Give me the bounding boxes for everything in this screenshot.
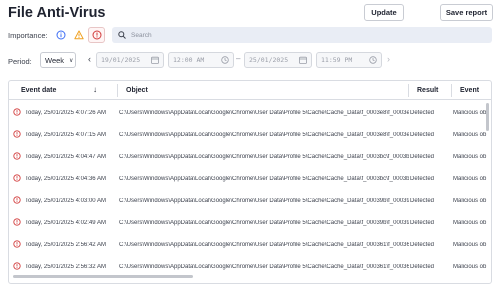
table-row[interactable]: Today, 25/01/2025 4:04:47 AM C:\Users\Win… [9,146,491,168]
column-header-event[interactable]: Event [460,87,479,94]
search-input[interactable] [131,31,471,39]
table-row[interactable]: Today, 25/01/2025 4:07:15 AM C:\Users\Win… [9,124,491,146]
search-box[interactable] [112,27,492,43]
importance-critical-filter[interactable] [88,27,105,43]
sort-arrow-down-icon[interactable]: ↓ [93,85,97,94]
cell-result: Detected [410,242,435,248]
start-date-field[interactable]: 19/01/2025 [96,52,164,68]
cell-object: C:\Users\Windows\AppData\Local\Google\Ch… [119,242,409,248]
next-period-button[interactable]: › [387,54,390,64]
importance-label: Importance: [8,31,48,40]
cell-object: C:\Users\Windows\AppData\Local\Google\Ch… [119,132,409,138]
column-header-object[interactable]: Object [126,87,148,94]
importance-warning-filter[interactable] [70,27,87,43]
calendar-icon [151,56,159,64]
period-label: Period: [8,57,32,66]
info-icon [56,30,65,40]
cell-result: Detected [410,220,435,226]
table-row[interactable]: Today, 25/01/2025 4:02:49 AM C:\Users\Win… [9,212,491,234]
table-row[interactable]: Today, 25/01/2025 4:07:26 AM C:\Users\Win… [9,102,491,124]
update-button[interactable]: Update [364,4,404,21]
cell-result: Detected [410,176,435,182]
cell-event-date: Today, 25/01/2025 4:07:26 AM [25,110,106,116]
cell-result: Detected [410,110,435,116]
events-table: Event date ↓ Object Result Event Today, … [8,80,492,284]
previous-period-button[interactable]: ‹ [88,54,91,64]
column-header-result[interactable]: Result [417,87,438,94]
cell-event: Malicious ob [453,264,487,270]
warning-icon [73,30,84,40]
importance-info-filter[interactable] [52,27,69,43]
cell-object: C:\Users\Windows\AppData\Local\Google\Ch… [119,176,409,182]
save-report-button[interactable]: Save report [440,4,493,21]
table-row[interactable]: Today, 25/01/2025 4:03:00 AM C:\Users\Win… [9,190,491,212]
critical-icon [13,152,21,162]
cell-event: Malicious ob [453,132,487,138]
critical-icon [13,108,21,118]
cell-event-date: Today, 25/01/2025 4:03:00 AM [25,198,106,204]
end-time-field[interactable]: 11:59 PM [316,52,382,68]
critical-icon [13,130,21,140]
table-row[interactable]: Today, 25/01/2025 4:04:36 AM C:\Users\Win… [9,168,491,190]
calendar-icon [299,56,307,64]
cell-object: C:\Users\Windows\AppData\Local\Google\Ch… [119,198,409,204]
clock-icon [369,56,377,64]
horizontal-scrollbar[interactable] [13,275,193,278]
critical-icon [13,218,21,228]
column-header-event-date[interactable]: Event date [21,87,56,94]
end-time-value: 11:59 PM [321,56,353,64]
end-date-field[interactable]: 25/01/2025 [244,52,312,68]
cell-object: C:\Users\Windows\AppData\Local\Google\Ch… [119,220,409,226]
cell-object: C:\Users\Windows\AppData\Local\Google\Ch… [119,154,409,160]
cell-object: C:\Users\Windows\AppData\Local\Google\Ch… [119,264,409,270]
critical-icon [13,196,21,206]
cell-result: Detected [410,264,435,270]
cell-event-date: Today, 25/01/2025 4:04:36 AM [25,176,106,182]
clock-icon [221,56,229,64]
critical-icon [13,174,21,184]
period-value: Week [45,55,65,65]
search-icon [118,31,126,39]
chevron-down-icon: ∨ [69,57,74,64]
page-title: File Anti-Virus [8,5,106,21]
end-date-value: 25/01/2025 [249,56,289,64]
column-divider[interactable] [117,84,118,97]
critical-icon [13,240,21,250]
start-date-value: 19/01/2025 [101,56,141,64]
cell-event: Malicious ob [453,242,487,248]
critical-icon [92,30,101,40]
start-time-field[interactable]: 12:00 AM [168,52,234,68]
table-row[interactable]: Today, 25/01/2025 2:56:42 AM C:\Users\Win… [9,234,491,256]
cell-event: Malicious ob [453,176,487,182]
cell-event: Malicious ob [453,198,487,204]
vertical-scrollbar[interactable] [486,103,489,131]
cell-result: Detected [410,198,435,204]
cell-event-date: Today, 25/01/2025 2:56:42 AM [25,242,106,248]
cell-event-date: Today, 25/01/2025 4:07:15 AM [25,132,106,138]
cell-event-date: Today, 25/01/2025 4:04:47 AM [25,154,106,160]
column-divider[interactable] [451,84,452,97]
cell-result: Detected [410,132,435,138]
critical-icon [13,262,21,272]
table-header: Event date ↓ Object Result Event [9,81,491,100]
cell-event: Malicious ob [453,220,487,226]
cell-object: C:\Users\Windows\AppData\Local\Google\Ch… [119,110,409,116]
cell-event-date: Today, 25/01/2025 4:02:49 AM [25,220,106,226]
cell-event-date: Today, 25/01/2025 2:56:32 AM [25,264,106,270]
column-divider[interactable] [408,84,409,97]
cell-event: Malicious ob [453,154,487,160]
period-select[interactable]: Week ∨ [40,52,76,68]
start-time-value: 12:00 AM [173,56,205,64]
date-range-separator: – [236,54,241,63]
cell-result: Detected [410,154,435,160]
